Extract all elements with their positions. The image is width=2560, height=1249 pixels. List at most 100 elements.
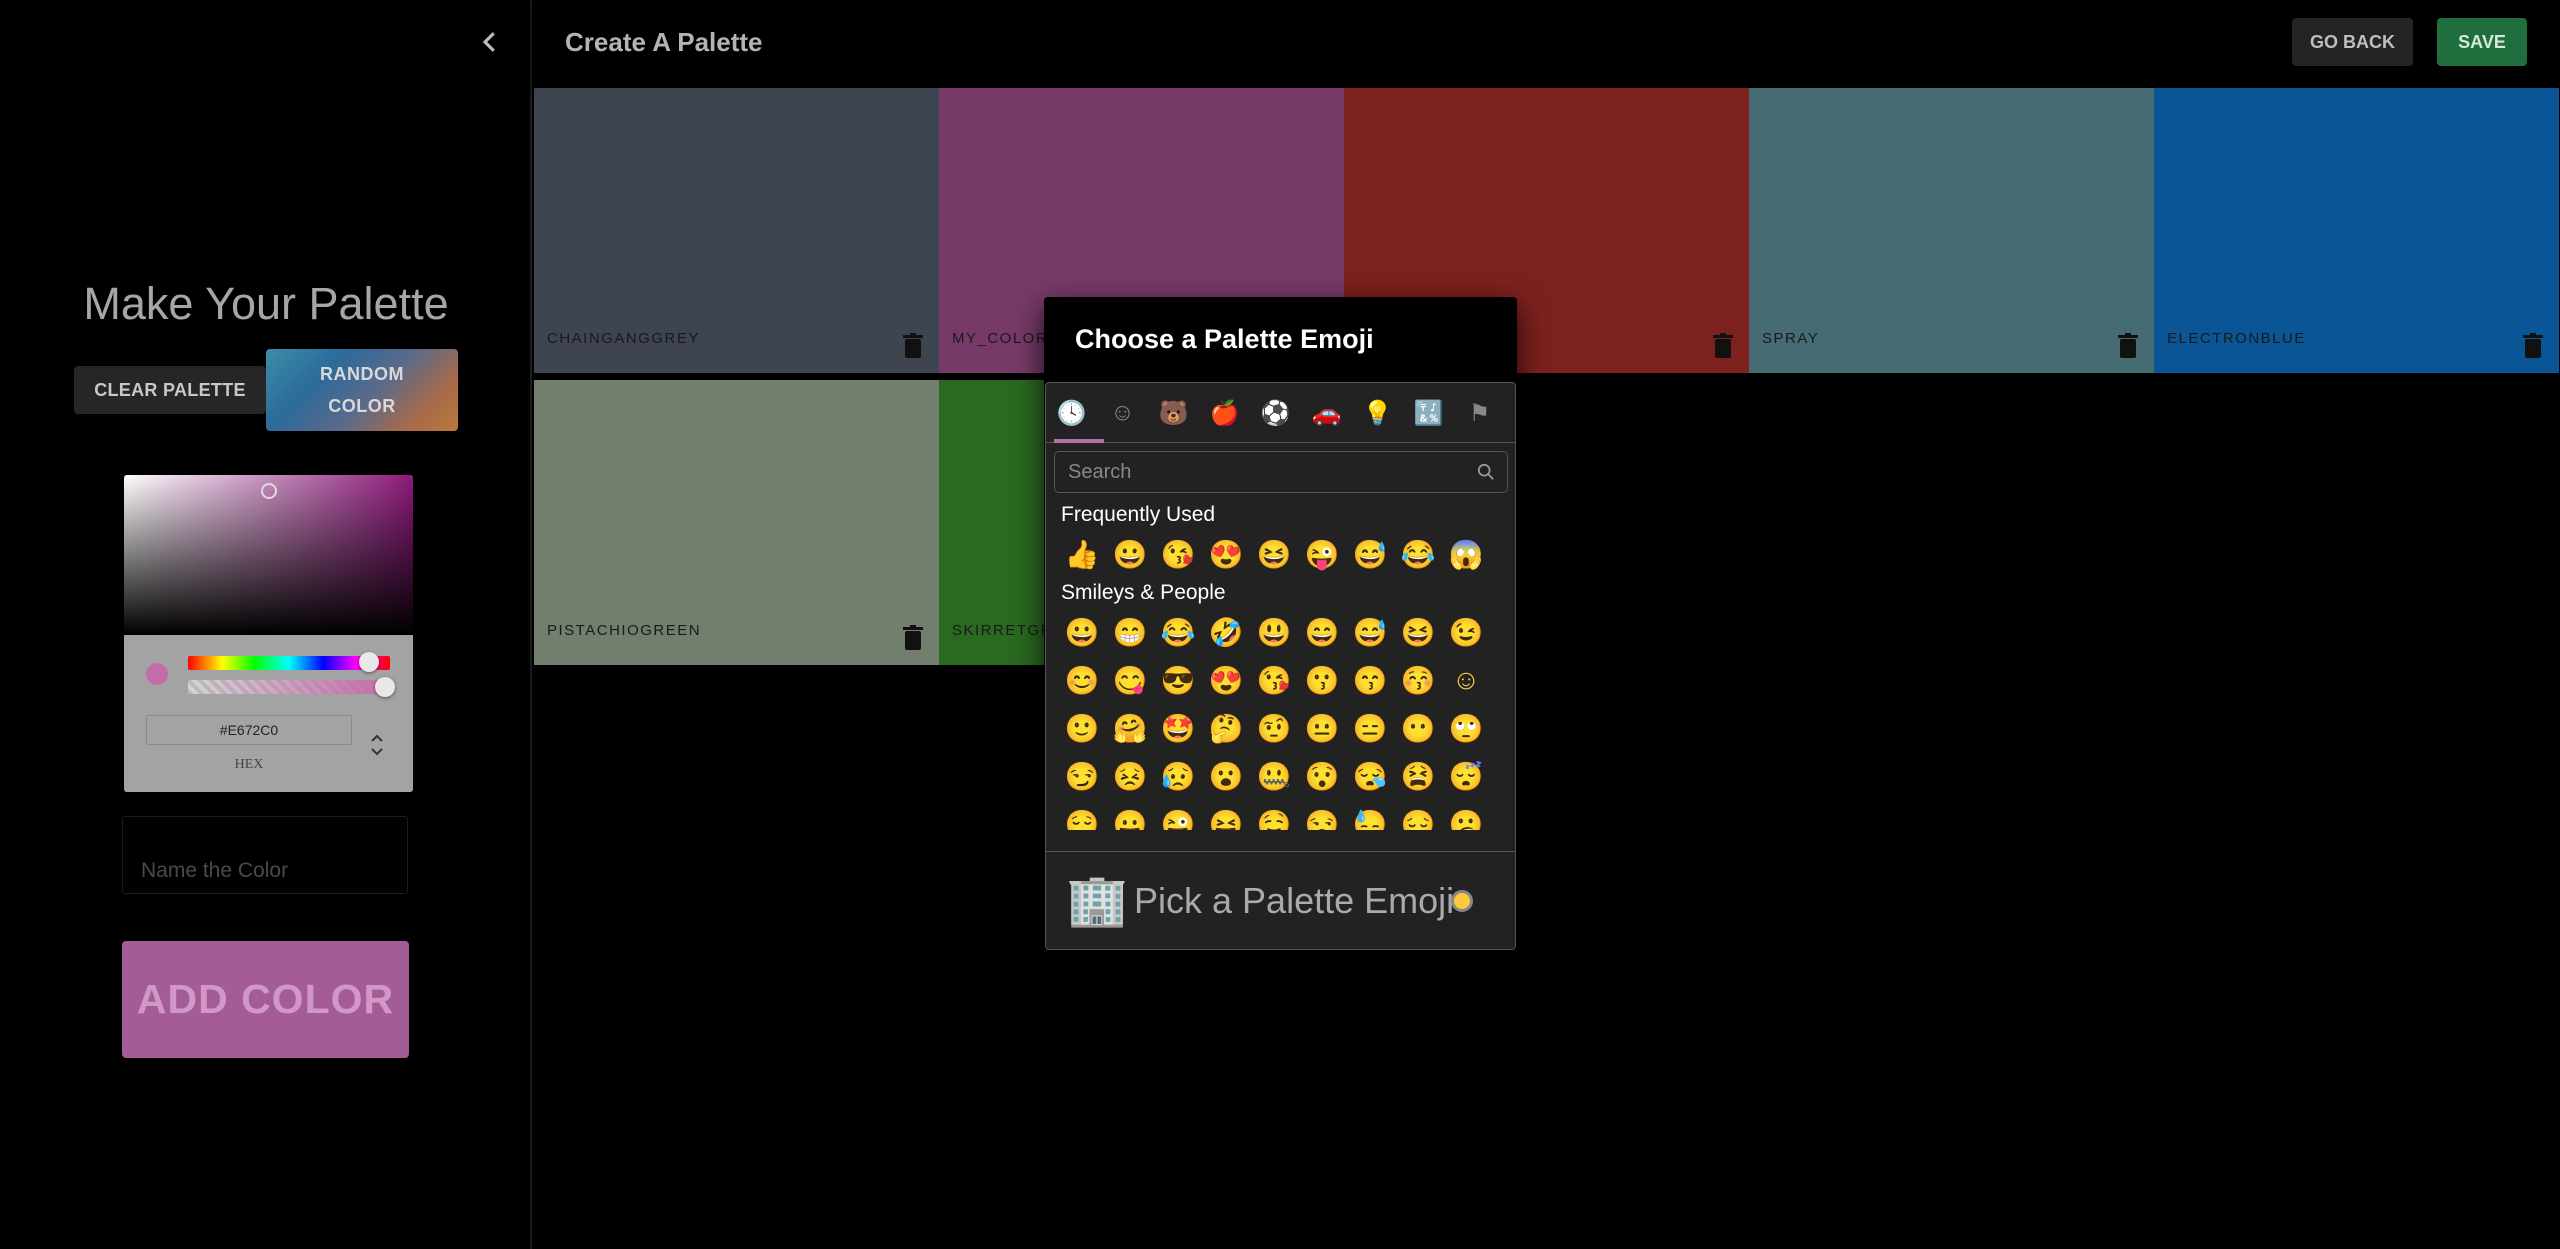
emoji-option[interactable]: 😆 [1394,608,1442,656]
emoji-option[interactable]: 😮 [1202,752,1250,800]
clear-palette-button[interactable]: CLEAR PALETTE [74,366,266,414]
emoji-option[interactable]: 😍 [1202,656,1250,704]
flag-icon[interactable]: ⚑ [1454,383,1505,443]
emoji-option[interactable]: 😆 [1250,530,1298,578]
page-title: Create A Palette [565,27,763,57]
emoji-option[interactable]: 😂 [1154,608,1202,656]
sport-icon[interactable]: ⚽ [1250,383,1301,443]
emoji-option[interactable]: 😕 [1442,800,1490,831]
emoji-section-label: Frequently Used [1061,503,1216,526]
trash-icon[interactable] [2118,333,2138,359]
emoji-option[interactable]: 😐 [1298,704,1346,752]
emoji-option[interactable]: 😱 [1442,530,1490,578]
emoji-search[interactable] [1054,451,1508,493]
color-box-name: SKIRRETGR [952,622,1054,639]
food-icon[interactable]: 🍎 [1199,383,1250,443]
emoji-option[interactable]: 😶 [1394,704,1442,752]
alpha-slider[interactable] [188,680,390,694]
emoji-option[interactable]: 😯 [1298,752,1346,800]
color-box[interactable]: ELECTRONBLUE [2154,88,2559,373]
emoji-option[interactable]: 😉 [1442,608,1490,656]
trash-icon[interactable] [2523,333,2543,359]
color-name-field[interactable] [122,816,408,894]
saturation-cursor[interactable] [261,483,277,499]
emoji-option[interactable]: 😑 [1346,704,1394,752]
emoji-option[interactable]: 😍 [1202,530,1250,578]
emoji-option[interactable]: 😫 [1394,752,1442,800]
trash-icon[interactable] [1713,333,1733,359]
emoji-option[interactable]: 😘 [1154,530,1202,578]
emoji-option[interactable]: 😪 [1346,752,1394,800]
car-icon[interactable]: 🚗 [1301,383,1352,443]
smiley-icon[interactable]: ☺ [1097,383,1148,443]
emoji-option[interactable]: 😚 [1394,656,1442,704]
emoji-option[interactable]: 😝 [1202,800,1250,831]
current-color-swatch [146,663,168,685]
emoji-option[interactable]: 😃 [1250,608,1298,656]
symbols-icon[interactable]: 🔣 [1403,383,1454,443]
color-box[interactable]: SPRAY [1749,88,2154,373]
emoji-option[interactable]: 😀 [1106,530,1154,578]
color-box[interactable]: PISTACHIOGREEN [534,380,939,665]
emoji-option[interactable]: 😣 [1106,752,1154,800]
emoji-option[interactable]: 😅 [1346,530,1394,578]
skin-tone-selector[interactable] [1451,890,1473,912]
clock-icon[interactable]: 🕓 [1046,383,1097,443]
emoji-option[interactable]: ☺ [1442,656,1490,704]
color-box[interactable]: CHAINGANGGREY [534,88,939,373]
add-color-button[interactable]: ADD COLOR [122,941,409,1058]
drawer-title: Make Your Palette [83,278,449,329]
bulb-icon[interactable]: 💡 [1352,383,1403,443]
emoji-option[interactable]: 😙 [1346,656,1394,704]
emoji-option[interactable]: 🙄 [1442,704,1490,752]
emoji-option[interactable]: 🤤 [1250,800,1298,831]
emoji-scroll-area[interactable]: Frequently Used 👍 😀 😘 😍 😆 😜 😅 😂 😱 Smileys & People… [1046,500,1515,831]
emoji-option[interactable]: 😌 [1058,800,1106,831]
emoji-option[interactable]: 😎 [1154,656,1202,704]
hue-slider-thumb[interactable] [359,652,379,672]
trash-icon[interactable] [903,625,923,651]
emoji-option[interactable]: 😊 [1058,656,1106,704]
emoji-option[interactable]: 😅 [1346,608,1394,656]
emoji-dialog: Choose a Palette Emoji 🕓☺🐻🍎⚽🚗💡🔣⚑ Frequen… [1044,297,1517,951]
emoji-option[interactable]: 😁 [1106,608,1154,656]
go-back-button[interactable]: GO BACK [2292,18,2413,66]
emoji-option[interactable]: 😜 [1154,800,1202,831]
color-name-input[interactable] [123,817,407,893]
emoji-option[interactable]: 😒 [1298,800,1346,831]
emoji-option[interactable]: 😏 [1058,752,1106,800]
animal-icon[interactable]: 🐻 [1148,383,1199,443]
emoji-option[interactable]: 😛 [1106,800,1154,831]
emoji-option[interactable]: 🤨 [1250,704,1298,752]
emoji-option[interactable]: 👍 [1058,530,1106,578]
emoji-option[interactable]: 😀 [1058,608,1106,656]
emoji-option[interactable]: 🤗 [1106,704,1154,752]
saturation-area[interactable] [124,475,413,635]
emoji-option[interactable]: 🤩 [1154,704,1202,752]
random-color-button[interactable]: RANDOM COLOR [266,349,458,431]
emoji-option[interactable]: 😜 [1298,530,1346,578]
format-toggle-icon[interactable] [367,730,387,760]
emoji-option[interactable]: 😘 [1250,656,1298,704]
emoji-option[interactable]: 😔 [1394,800,1442,831]
trash-icon[interactable] [903,333,923,359]
emoji-section-label: Smileys & People [1061,581,1226,604]
emoji-option[interactable]: 😄 [1298,608,1346,656]
save-button[interactable]: SAVE [2437,18,2527,66]
emoji-option[interactable]: 🤣 [1202,608,1250,656]
emoji-option[interactable]: 🤔 [1202,704,1250,752]
emoji-option[interactable]: 😥 [1154,752,1202,800]
drawer-buttons: CLEAR PALETTE RANDOM COLOR [74,349,458,431]
hex-input[interactable]: #E672C0 [146,715,352,745]
emoji-option[interactable]: 😴 [1442,752,1490,800]
emoji-option[interactable]: 😓 [1346,800,1394,831]
alpha-slider-thumb[interactable] [375,677,395,697]
emoji-option[interactable]: 😋 [1106,656,1154,704]
emoji-option[interactable]: 🤐 [1250,752,1298,800]
random-color-label: RANDOM COLOR [320,364,404,416]
chevron-left-icon[interactable] [472,22,508,62]
emoji-option[interactable]: 🙂 [1058,704,1106,752]
emoji-option[interactable]: 😗 [1298,656,1346,704]
emoji-option[interactable]: 😂 [1394,530,1442,578]
emoji-search-input[interactable] [1055,452,1507,492]
